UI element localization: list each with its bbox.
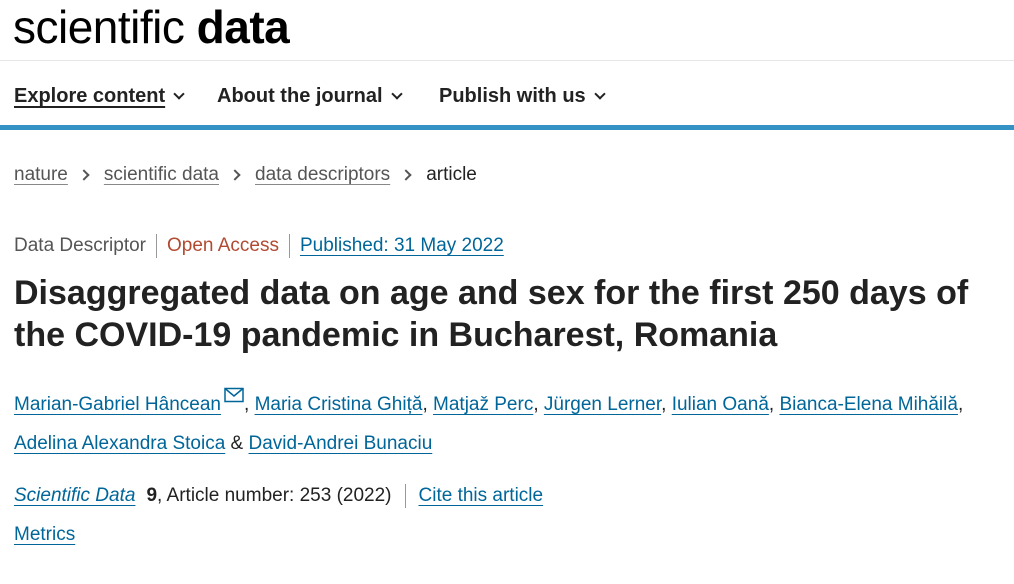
breadcrumb-scientific-data[interactable]: scientific data	[104, 164, 219, 186]
nav-explore-content[interactable]: Explore content	[14, 85, 185, 108]
breadcrumb-nature[interactable]: nature	[14, 164, 68, 186]
author-separator: ,	[768, 394, 780, 415]
open-access-label: Open Access	[167, 235, 279, 256]
citation-line: Scientific Data 9 , Article number: 253 …	[14, 484, 543, 508]
author-link[interactable]: Jürgen Lerner	[544, 394, 661, 415]
article-meta: Data Descriptor Open Access Published: 3…	[14, 234, 504, 258]
breadcrumb-data-descriptors[interactable]: data descriptors	[255, 164, 390, 186]
chevron-down-icon	[173, 87, 185, 100]
author-separator: ,	[244, 394, 255, 415]
main-nav: Explore content About the journal Publis…	[0, 61, 1014, 130]
article-title: Disaggregated data on age and sex for th…	[14, 274, 969, 354]
logo-text-light: scientific	[13, 1, 185, 53]
nav-explore-content-label: Explore content	[14, 85, 166, 107]
author-link[interactable]: Marian-Gabriel Hâncean	[14, 394, 221, 415]
nav-publish-with-us-label: Publish with us	[439, 85, 586, 107]
author-link[interactable]: Matjaž Perc	[433, 394, 533, 415]
meta-divider	[288, 234, 290, 258]
nav-publish-with-us[interactable]: Publish with us	[439, 85, 606, 108]
meta-divider	[156, 234, 157, 258]
author-link[interactable]: Bianca-Elena Mihăilă	[779, 394, 958, 415]
envelope-icon[interactable]	[224, 387, 244, 403]
chevron-down-icon	[594, 87, 606, 100]
journal-link[interactable]: Scientific Data	[14, 485, 135, 507]
author-link[interactable]: Iulian Oană	[672, 394, 769, 415]
chevron-right-icon	[229, 169, 241, 181]
breadcrumb: nature scientific data data descriptors …	[14, 164, 477, 186]
author-separator: ,	[422, 394, 434, 415]
author-list: Marian-Gabriel Hâncean, Maria Cristina G…	[14, 385, 974, 463]
author-separator: &	[225, 433, 249, 454]
chevron-down-icon	[390, 87, 403, 100]
article-number: , Article number: 253 (2022)	[157, 485, 392, 506]
author-link[interactable]: Maria Cristina Ghiță	[255, 394, 423, 415]
published-date-link[interactable]: Published: 31 May 2022	[300, 235, 504, 257]
site-header: scientific data	[0, 0, 1014, 61]
author-separator: ,	[957, 394, 964, 415]
volume-number: 9	[146, 485, 158, 506]
citation-divider	[404, 484, 406, 508]
logo-text-bold: data	[196, 1, 290, 53]
cite-this-article-link[interactable]: Cite this article	[419, 485, 544, 507]
journal-logo[interactable]: scientific data	[13, 1, 290, 53]
chevron-right-icon	[400, 169, 412, 181]
nav-about-journal-label: About the journal	[217, 85, 383, 107]
metrics-link[interactable]: Metrics	[14, 524, 75, 546]
author-separator: ,	[533, 394, 544, 415]
chevron-right-icon	[78, 169, 90, 181]
author-link[interactable]: Adelina Alexandra Stoica	[14, 433, 225, 454]
article-type: Data Descriptor	[14, 235, 146, 256]
breadcrumb-current: article	[426, 164, 477, 185]
author-separator: ,	[661, 394, 672, 415]
author-link[interactable]: David-Andrei Bunaciu	[249, 433, 433, 454]
nav-about-journal[interactable]: About the journal	[217, 85, 403, 108]
